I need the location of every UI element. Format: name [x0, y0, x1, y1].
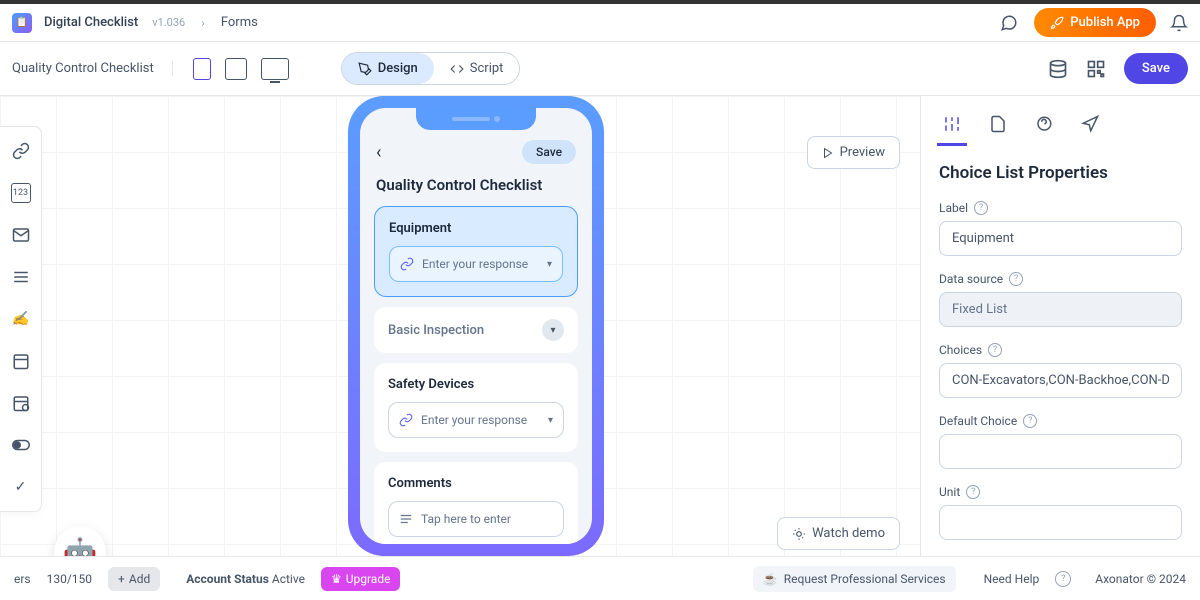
second-bar: Quality Control Checklist Design Script … — [0, 42, 1200, 96]
prop-datasource-text: Data source — [939, 272, 1003, 286]
tool-list-icon[interactable] — [11, 267, 31, 287]
script-tab[interactable]: Script — [434, 53, 520, 84]
copyright: Axonator © 2024 — [1095, 572, 1186, 586]
sparkle-icon — [792, 527, 806, 541]
app-logo: 📋 — [12, 13, 32, 33]
properties-panel: Choice List Properties Label? Data sourc… — [920, 96, 1200, 556]
link-icon — [399, 413, 413, 427]
card-label: Comments — [388, 476, 564, 491]
device-tablet-icon[interactable] — [225, 58, 247, 80]
design-tab[interactable]: Design — [342, 53, 434, 84]
chevron-right-icon: › — [201, 16, 205, 30]
data-icon[interactable] — [1048, 59, 1068, 79]
card-label: Basic Inspection — [388, 323, 484, 338]
users-count: 130/150 — [47, 572, 92, 586]
tool-link-icon[interactable] — [11, 141, 31, 161]
tool-toggle-icon[interactable] — [11, 435, 31, 455]
publish-button[interactable]: Publish App — [1034, 8, 1156, 37]
link-icon — [400, 257, 414, 271]
breadcrumb[interactable]: Forms — [221, 15, 258, 30]
chat-icon[interactable] — [998, 14, 1020, 32]
form-card-basic-inspection[interactable]: Basic Inspection ▾ — [374, 307, 578, 353]
pen-icon — [358, 62, 372, 76]
chevron-down-icon: ▾ — [548, 415, 553, 426]
pro-services-button[interactable]: ☕ Request Professional Services — [753, 566, 956, 592]
tool-email-icon[interactable] — [11, 225, 31, 245]
account-status-value: Active — [272, 572, 305, 586]
phone-back-button[interactable]: ‹ — [376, 142, 381, 163]
tool-signature-icon[interactable]: ✍ — [11, 309, 31, 329]
collapse-toggle[interactable]: ▾ — [542, 319, 564, 341]
unit-input[interactable] — [939, 505, 1182, 540]
mode-switcher: Design Script — [341, 52, 521, 85]
add-button[interactable]: +Add — [108, 567, 160, 591]
tool-expand-icon[interactable]: ✓ — [11, 477, 31, 497]
bell-icon[interactable] — [1170, 14, 1188, 32]
form-card-comments[interactable]: Comments Tap here to enter — [374, 462, 578, 544]
prop-default-text: Default Choice — [939, 414, 1017, 428]
chevron-down-icon: ▾ — [547, 259, 552, 270]
device-switcher — [193, 58, 289, 80]
choice-field[interactable]: Enter your response ▾ — [389, 246, 563, 282]
help-icon[interactable]: ? — [966, 485, 980, 499]
play-icon — [822, 147, 834, 159]
datasource-input[interactable] — [939, 292, 1182, 327]
users-label: ers — [14, 572, 31, 586]
top-bar: 📋 Digital Checklist v1.036 › Forms Publi… — [0, 0, 1200, 42]
rocket-icon — [1050, 16, 1064, 30]
widget-toolbar: 123 ✍ ✓ — [0, 126, 42, 512]
form-card-safety-devices[interactable]: Safety Devices Enter your response ▾ — [374, 363, 578, 452]
account-status-label: Account Status — [186, 572, 269, 586]
app-version: v1.036 — [152, 16, 185, 29]
device-desktop-icon[interactable] — [261, 58, 289, 80]
need-help-label[interactable]: Need Help — [984, 572, 1040, 586]
tool-datetime-icon[interactable] — [11, 393, 31, 413]
prop-unit-text: Unit — [939, 485, 960, 499]
panel-tab-help[interactable] — [1033, 110, 1055, 138]
phone-save-button[interactable]: Save — [522, 140, 576, 164]
panel-title: Choice List Properties — [939, 163, 1182, 183]
panel-tab-properties[interactable] — [941, 110, 963, 138]
help-icon[interactable]: ? — [1023, 414, 1037, 428]
qr-icon[interactable] — [1086, 59, 1106, 79]
card-label: Safety Devices — [388, 377, 564, 392]
card-label: Equipment — [389, 221, 563, 236]
app-title: Digital Checklist — [44, 15, 138, 30]
page-name: Quality Control Checklist — [12, 61, 173, 76]
form-card-equipment[interactable]: Equipment Enter your response ▾ — [374, 206, 578, 297]
help-icon[interactable]: ? — [1055, 571, 1071, 587]
text-icon — [399, 512, 413, 526]
text-field[interactable]: Tap here to enter — [388, 501, 564, 537]
panel-tab-notes[interactable] — [987, 110, 1009, 138]
code-icon — [450, 62, 464, 76]
canvas: 123 ✍ ✓ 🤖 ‹ Save Quality Control Checkli… — [0, 96, 1200, 556]
phone-title: Quality Control Checklist — [360, 172, 592, 206]
help-icon[interactable]: ? — [1009, 272, 1023, 286]
prop-label-text: Label — [939, 201, 968, 215]
prop-choices-text: Choices — [939, 343, 982, 357]
phone-mock: ‹ Save Quality Control Checklist Equipme… — [348, 96, 604, 556]
help-icon[interactable]: ? — [974, 201, 988, 215]
save-button[interactable]: Save — [1124, 53, 1188, 84]
phone-notch — [416, 108, 536, 130]
choices-input[interactable] — [939, 363, 1182, 398]
device-mobile-icon[interactable] — [193, 58, 211, 80]
tool-number-icon[interactable]: 123 — [11, 183, 31, 203]
label-input[interactable] — [939, 221, 1182, 256]
default-input[interactable] — [939, 434, 1182, 469]
watch-demo-button[interactable]: Watch demo — [777, 517, 900, 550]
status-bar: ers 130/150 +Add Account Status Active ♛… — [0, 556, 1200, 600]
help-icon[interactable]: ? — [988, 343, 1002, 357]
preview-button[interactable]: Preview — [807, 136, 900, 169]
panel-tab-navigation[interactable] — [1079, 110, 1101, 138]
tool-calendar-icon[interactable] — [11, 351, 31, 371]
upgrade-button[interactable]: ♛ Upgrade — [321, 567, 401, 591]
choice-field[interactable]: Enter your response ▾ — [388, 402, 564, 438]
